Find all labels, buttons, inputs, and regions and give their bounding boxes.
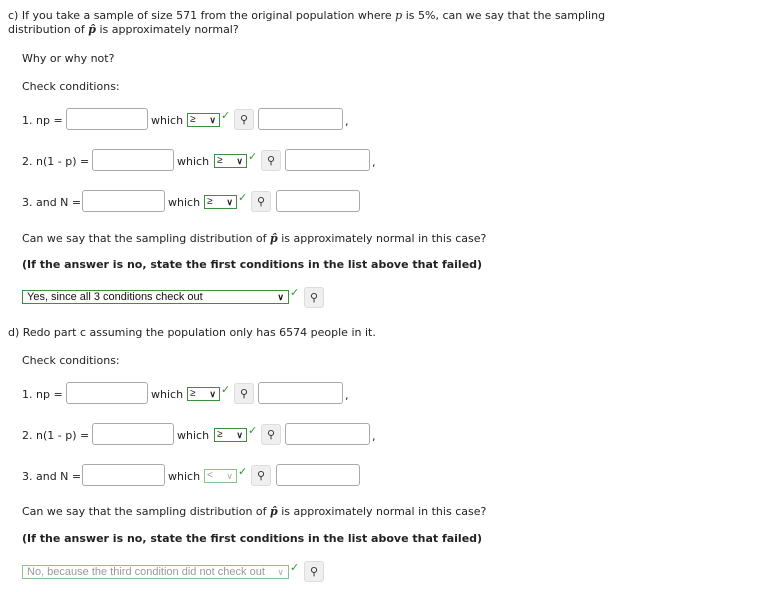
N-threshold-input[interactable]: [276, 190, 360, 212]
which-label: which: [177, 155, 210, 168]
key-icon: ⚲: [239, 113, 249, 126]
N-threshold-input[interactable]: [276, 464, 360, 486]
checkmark-icon: ✓: [290, 286, 300, 299]
question-text: distribution of: [8, 23, 89, 36]
N-input[interactable]: [82, 190, 165, 212]
key-icon-button[interactable]: ⚲: [234, 383, 254, 404]
chevron-down-icon: ∨: [277, 292, 284, 302]
condition-label-np: 1. np =: [22, 388, 63, 401]
checkmark-icon: ✓: [221, 109, 231, 122]
selected-value: No, because the third condition did not …: [27, 566, 265, 578]
normal-question: Can we say that the sampling distributio…: [22, 232, 486, 245]
part-c-question-line1: c) If you take a sample of size 571 from…: [8, 9, 605, 22]
chevron-down-icon: ∨: [226, 471, 233, 481]
checkmark-icon: ✓: [290, 561, 300, 574]
np-input[interactable]: [66, 108, 148, 130]
comparison-select[interactable]: < ∨: [204, 469, 237, 483]
conclusion-select[interactable]: Yes, since all 3 conditions check out ∨: [22, 290, 289, 304]
part-c-question-line2: distribution of p̂ is approximately norm…: [8, 23, 239, 36]
comparison-select[interactable]: ≥ ∨: [214, 428, 247, 442]
question-text: c) If you take a sample of size 571 from…: [8, 9, 396, 22]
comma: ,: [372, 430, 376, 443]
selected-value: ≥: [217, 429, 223, 440]
question-text: is approximately normal?: [96, 23, 239, 36]
checkmark-icon: ✓: [248, 150, 258, 163]
key-icon: ⚲: [256, 195, 266, 208]
comparison-select[interactable]: ≥ ∨: [204, 195, 237, 209]
selected-value: Yes, since all 3 conditions check out: [27, 291, 203, 303]
chevron-down-icon: ∨: [209, 389, 216, 399]
selected-value: ≥: [207, 196, 213, 207]
comparison-select[interactable]: ≥ ∨: [187, 387, 220, 401]
checkmark-icon: ✓: [238, 191, 248, 204]
nq-input[interactable]: [92, 149, 174, 171]
check-conditions-label: Check conditions:: [22, 80, 120, 93]
checkmark-icon: ✓: [238, 465, 248, 478]
chevron-down-icon: ∨: [226, 197, 233, 207]
condition-label-N: 3. and N =: [22, 470, 82, 483]
comparison-select[interactable]: ≥ ∨: [187, 113, 220, 127]
question-text: Can we say that the sampling distributio…: [22, 505, 271, 518]
conclusion-select[interactable]: No, because the third condition did not …: [22, 565, 289, 579]
question-text: Can we say that the sampling distributio…: [22, 232, 271, 245]
comparison-select[interactable]: ≥ ∨: [214, 154, 247, 168]
instruction-text: (If the answer is no, state the first co…: [22, 532, 483, 545]
question-text: is approximately normal in this case?: [277, 232, 487, 245]
question-text: is approximately normal in this case?: [277, 505, 487, 518]
part-d-question: d) Redo part c assuming the population o…: [8, 326, 376, 339]
key-icon-button[interactable]: ⚲: [261, 424, 281, 445]
key-icon: ⚲: [309, 291, 319, 304]
comma: ,: [372, 156, 376, 169]
which-label: which: [177, 429, 210, 442]
condition-label-nq: 2. n(1 - p) =: [22, 155, 90, 168]
N-input[interactable]: [82, 464, 165, 486]
condition-label-np: 1. np =: [22, 114, 63, 127]
condition-label-N: 3. and N =: [22, 196, 82, 209]
chevron-down-icon: ∨: [209, 115, 216, 125]
selected-value: ≥: [217, 155, 223, 166]
key-icon-button[interactable]: ⚲: [234, 109, 254, 130]
check-conditions-label: Check conditions:: [22, 354, 120, 367]
nq-input[interactable]: [92, 423, 174, 445]
which-label: which: [151, 388, 184, 401]
np-threshold-input[interactable]: [258, 382, 343, 404]
which-label: which: [168, 470, 201, 483]
selected-value: <: [207, 470, 213, 481]
question-text: is 5%, can we say that the sampling: [402, 9, 606, 22]
key-icon: ⚲: [309, 565, 319, 578]
normal-question: Can we say that the sampling distributio…: [22, 505, 486, 518]
which-label: which: [168, 196, 201, 209]
chevron-down-icon: ∨: [277, 567, 284, 577]
selected-value: ≥: [190, 388, 196, 399]
p-hat-symbol: p̂: [270, 232, 278, 245]
chevron-down-icon: ∨: [236, 156, 243, 166]
nq-threshold-input[interactable]: [285, 423, 370, 445]
instruction-text: (If the answer is no, state the first co…: [22, 258, 483, 271]
which-label: which: [151, 114, 184, 127]
key-icon-button[interactable]: ⚲: [251, 191, 271, 212]
key-icon: ⚲: [256, 469, 266, 482]
nq-threshold-input[interactable]: [285, 149, 370, 171]
comma: ,: [345, 115, 349, 128]
checkmark-icon: ✓: [221, 383, 231, 396]
chevron-down-icon: ∨: [236, 430, 243, 440]
why-label: Why or why not?: [22, 52, 115, 65]
key-icon: ⚲: [239, 387, 249, 400]
np-threshold-input[interactable]: [258, 108, 343, 130]
p-hat-symbol: p̂: [88, 23, 96, 36]
key-icon-button[interactable]: ⚲: [251, 465, 271, 486]
comma: ,: [345, 389, 349, 402]
key-icon: ⚲: [266, 154, 276, 167]
key-icon: ⚲: [266, 428, 276, 441]
selected-value: ≥: [190, 114, 196, 125]
key-icon-button[interactable]: ⚲: [261, 150, 281, 171]
np-input[interactable]: [66, 382, 148, 404]
key-icon-button[interactable]: ⚲: [304, 287, 324, 308]
p-hat-symbol: p̂: [270, 505, 278, 518]
key-icon-button[interactable]: ⚲: [304, 561, 324, 582]
checkmark-icon: ✓: [248, 424, 258, 437]
condition-label-nq: 2. n(1 - p) =: [22, 429, 90, 442]
